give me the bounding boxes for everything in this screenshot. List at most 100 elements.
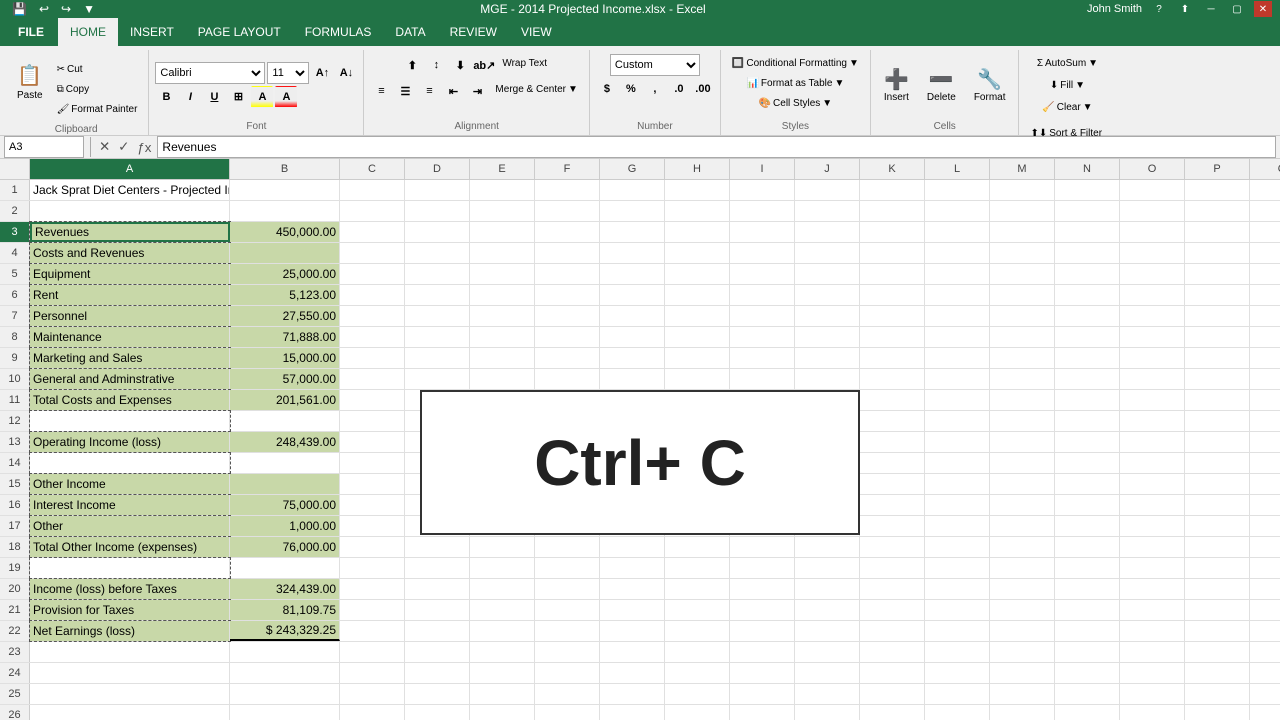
cell-q22[interactable] (1250, 621, 1280, 641)
cell-o22[interactable] (1120, 621, 1185, 641)
row-number[interactable]: 26 (0, 705, 30, 720)
cell-c2[interactable] (340, 201, 405, 221)
cell-j26[interactable] (795, 705, 860, 720)
cell-e4[interactable] (470, 243, 535, 263)
cell-m16[interactable] (990, 495, 1055, 515)
cell-b1[interactable] (230, 180, 340, 200)
cell-f10[interactable] (535, 369, 600, 389)
col-header-i[interactable]: I (730, 159, 795, 179)
redo-button[interactable]: ↪ (57, 0, 75, 18)
cell-g26[interactable] (600, 705, 665, 720)
cell-c14[interactable] (340, 453, 405, 473)
cell-p16[interactable] (1185, 495, 1250, 515)
cell-l20[interactable] (925, 579, 990, 599)
increase-indent-button[interactable]: ⇥ (466, 80, 488, 102)
cell-n13[interactable] (1055, 432, 1120, 452)
cell-k23[interactable] (860, 642, 925, 662)
cell-l3[interactable] (925, 222, 990, 242)
col-header-o[interactable]: O (1120, 159, 1185, 179)
cell-h20[interactable] (665, 579, 730, 599)
cell-k11[interactable] (860, 390, 925, 410)
comma-button[interactable]: , (644, 78, 666, 100)
cell-e3[interactable] (470, 222, 535, 242)
align-bottom-button[interactable]: ⬇ (449, 54, 471, 76)
cell-p10[interactable] (1185, 369, 1250, 389)
cell-j8[interactable] (795, 327, 860, 347)
cell-l9[interactable] (925, 348, 990, 368)
cell-g24[interactable] (600, 663, 665, 683)
tab-home[interactable]: HOME (58, 18, 118, 46)
cell-k6[interactable] (860, 285, 925, 305)
col-header-m[interactable]: M (990, 159, 1055, 179)
cell-b17[interactable]: 1,000.00 (230, 516, 340, 536)
row-number[interactable]: 15 (0, 474, 30, 494)
col-header-a[interactable]: A (30, 159, 230, 179)
tab-insert[interactable]: INSERT (118, 18, 186, 46)
row-number[interactable]: 25 (0, 684, 30, 704)
cell-h6[interactable] (665, 285, 730, 305)
cell-b2[interactable] (230, 201, 340, 221)
cell-c7[interactable] (340, 306, 405, 326)
maximize-button[interactable]: ▢ (1228, 1, 1246, 17)
align-right-button[interactable]: ≡ (418, 80, 440, 102)
cell-h8[interactable] (665, 327, 730, 347)
cell-a17[interactable]: Other (30, 516, 230, 536)
cell-m23[interactable] (990, 642, 1055, 662)
cell-m17[interactable] (990, 516, 1055, 536)
cell-p26[interactable] (1185, 705, 1250, 720)
cell-styles-button[interactable]: 🎨 Cell Styles ▼ (754, 94, 838, 112)
align-left-button[interactable]: ≡ (370, 80, 392, 102)
cell-c4[interactable] (340, 243, 405, 263)
cell-q21[interactable] (1250, 600, 1280, 620)
cell-q14[interactable] (1250, 453, 1280, 473)
clear-button[interactable]: 🧹 Clear ▼ (1037, 98, 1097, 116)
help-button[interactable]: ? (1150, 1, 1168, 17)
cell-n18[interactable] (1055, 537, 1120, 557)
cell-j3[interactable] (795, 222, 860, 242)
cell-o24[interactable] (1120, 663, 1185, 683)
font-name-select[interactable]: Calibri (155, 62, 265, 84)
cell-g9[interactable] (600, 348, 665, 368)
cell-n9[interactable] (1055, 348, 1120, 368)
cell-f7[interactable] (535, 306, 600, 326)
cell-o21[interactable] (1120, 600, 1185, 620)
cell-c12[interactable] (340, 411, 405, 431)
cell-a26[interactable] (30, 705, 230, 720)
cell-j18[interactable] (795, 537, 860, 557)
cell-d4[interactable] (405, 243, 470, 263)
cell-l12[interactable] (925, 411, 990, 431)
cell-o10[interactable] (1120, 369, 1185, 389)
cell-k1[interactable] (860, 180, 925, 200)
tab-file[interactable]: FILE (4, 18, 58, 46)
cell-b24[interactable] (230, 663, 340, 683)
col-header-q[interactable]: Q (1250, 159, 1280, 179)
cell-k15[interactable] (860, 474, 925, 494)
cell-p9[interactable] (1185, 348, 1250, 368)
row-number[interactable]: 22 (0, 621, 30, 641)
cell-g6[interactable] (600, 285, 665, 305)
row-number[interactable]: 21 (0, 600, 30, 620)
cell-g8[interactable] (600, 327, 665, 347)
merge-center-dropdown-icon[interactable]: ▼ (568, 84, 578, 95)
cell-i4[interactable] (730, 243, 795, 263)
cell-p4[interactable] (1185, 243, 1250, 263)
cell-h21[interactable] (665, 600, 730, 620)
col-header-h[interactable]: H (665, 159, 730, 179)
cell-m10[interactable] (990, 369, 1055, 389)
cell-n26[interactable] (1055, 705, 1120, 720)
cell-f1[interactable] (535, 180, 600, 200)
cell-q10[interactable] (1250, 369, 1280, 389)
cell-k8[interactable] (860, 327, 925, 347)
cell-o6[interactable] (1120, 285, 1185, 305)
cell-j9[interactable] (795, 348, 860, 368)
cell-n15[interactable] (1055, 474, 1120, 494)
cell-d24[interactable] (405, 663, 470, 683)
col-header-n[interactable]: N (1055, 159, 1120, 179)
cell-n21[interactable] (1055, 600, 1120, 620)
cell-g4[interactable] (600, 243, 665, 263)
cell-a20[interactable]: Income (loss) before Taxes (30, 579, 230, 599)
cell-e8[interactable] (470, 327, 535, 347)
cell-q9[interactable] (1250, 348, 1280, 368)
cell-o20[interactable] (1120, 579, 1185, 599)
cell-b21[interactable]: 81,109.75 (230, 600, 340, 620)
